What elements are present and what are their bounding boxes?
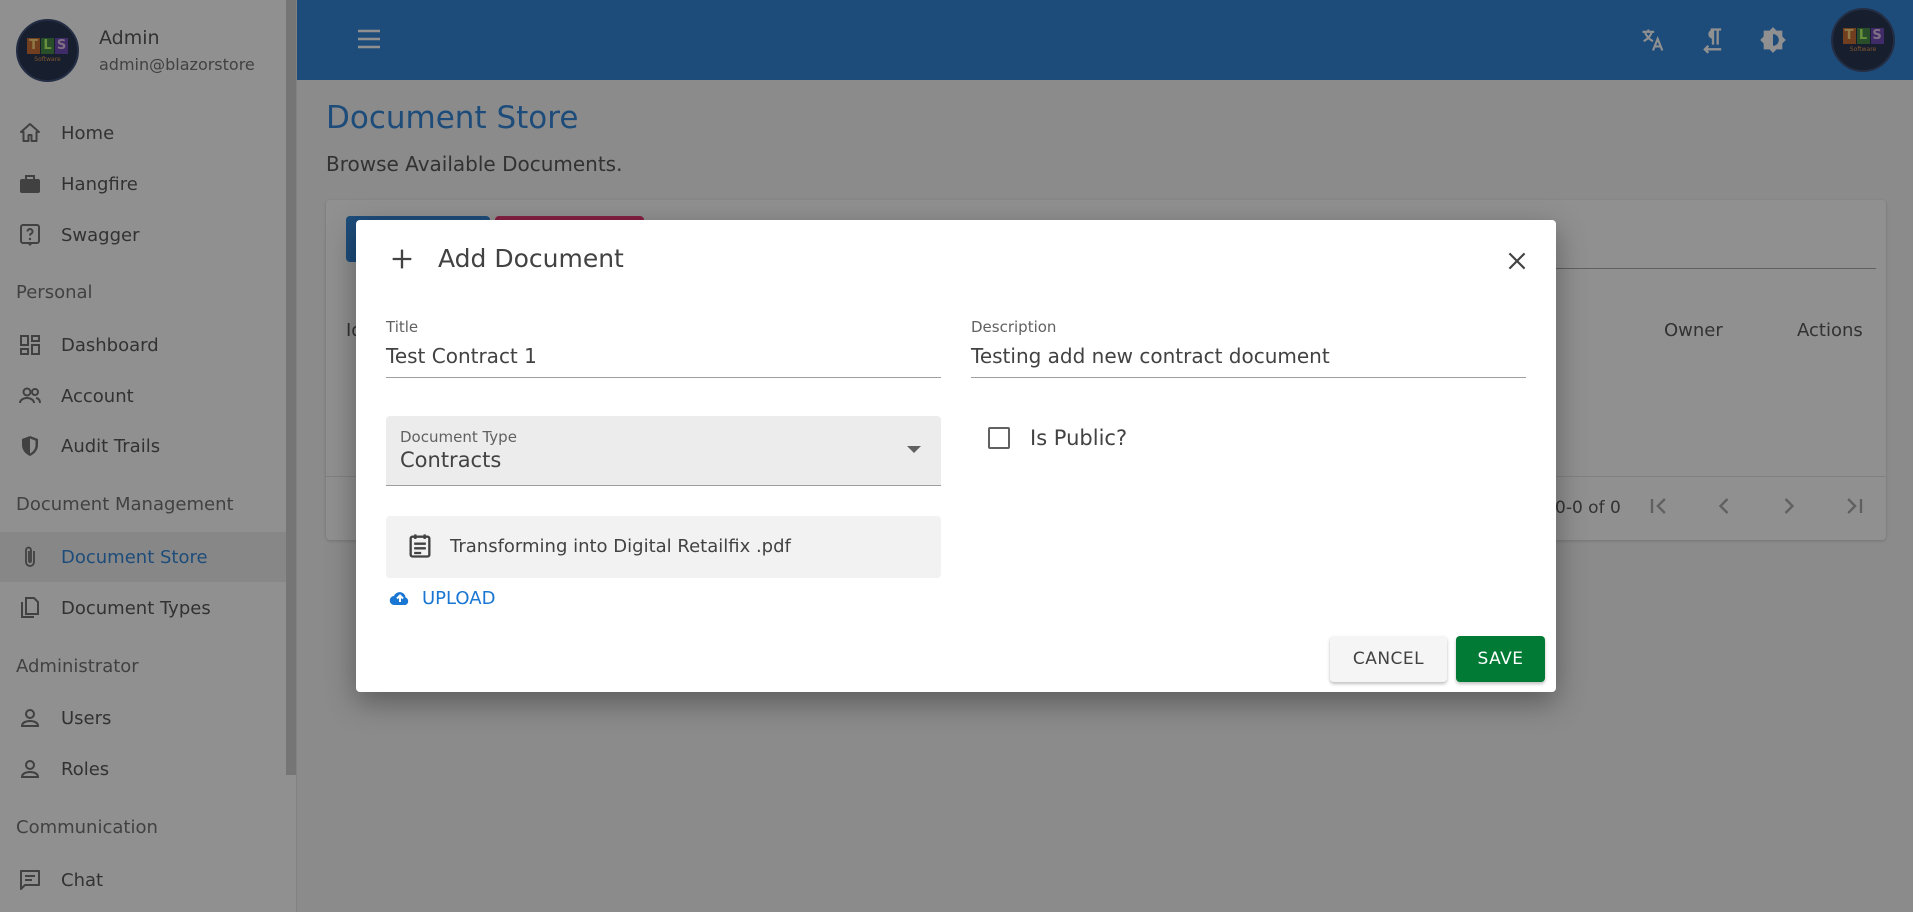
title-label: Title [386, 318, 419, 336]
cloud-upload-icon [388, 586, 412, 610]
chevron-down-icon [907, 446, 921, 453]
file-name: Transforming into Digital Retailfix .pdf [450, 536, 791, 557]
file-icon [406, 532, 434, 560]
is-public-checkbox[interactable] [988, 427, 1010, 449]
close-icon[interactable] [1504, 248, 1530, 274]
title-field-underline [386, 377, 941, 378]
upload-label: UPLOAD [422, 587, 496, 609]
dialog-title-text: Add Document [438, 244, 624, 273]
plus-icon [388, 245, 416, 273]
save-button[interactable]: SAVE [1456, 636, 1545, 682]
title-field[interactable]: Test Contract 1 [386, 344, 537, 368]
selected-file: Transforming into Digital Retailfix .pdf [386, 516, 941, 578]
add-document-dialog: Add Document Title Test Contract 1 Descr… [356, 220, 1556, 692]
document-type-select[interactable]: Document Type Contracts [386, 416, 941, 486]
upload-button[interactable]: UPLOAD [388, 586, 495, 610]
document-type-value: Contracts [400, 448, 502, 472]
document-type-label: Document Type [400, 428, 517, 446]
description-field[interactable]: Testing add new contract document [971, 344, 1330, 368]
is-public-label[interactable]: Is Public? [1030, 426, 1127, 450]
description-field-underline [971, 377, 1526, 378]
dialog-title: Add Document [388, 244, 624, 273]
cancel-button[interactable]: CANCEL [1330, 636, 1447, 682]
description-label: Description [971, 318, 1057, 336]
